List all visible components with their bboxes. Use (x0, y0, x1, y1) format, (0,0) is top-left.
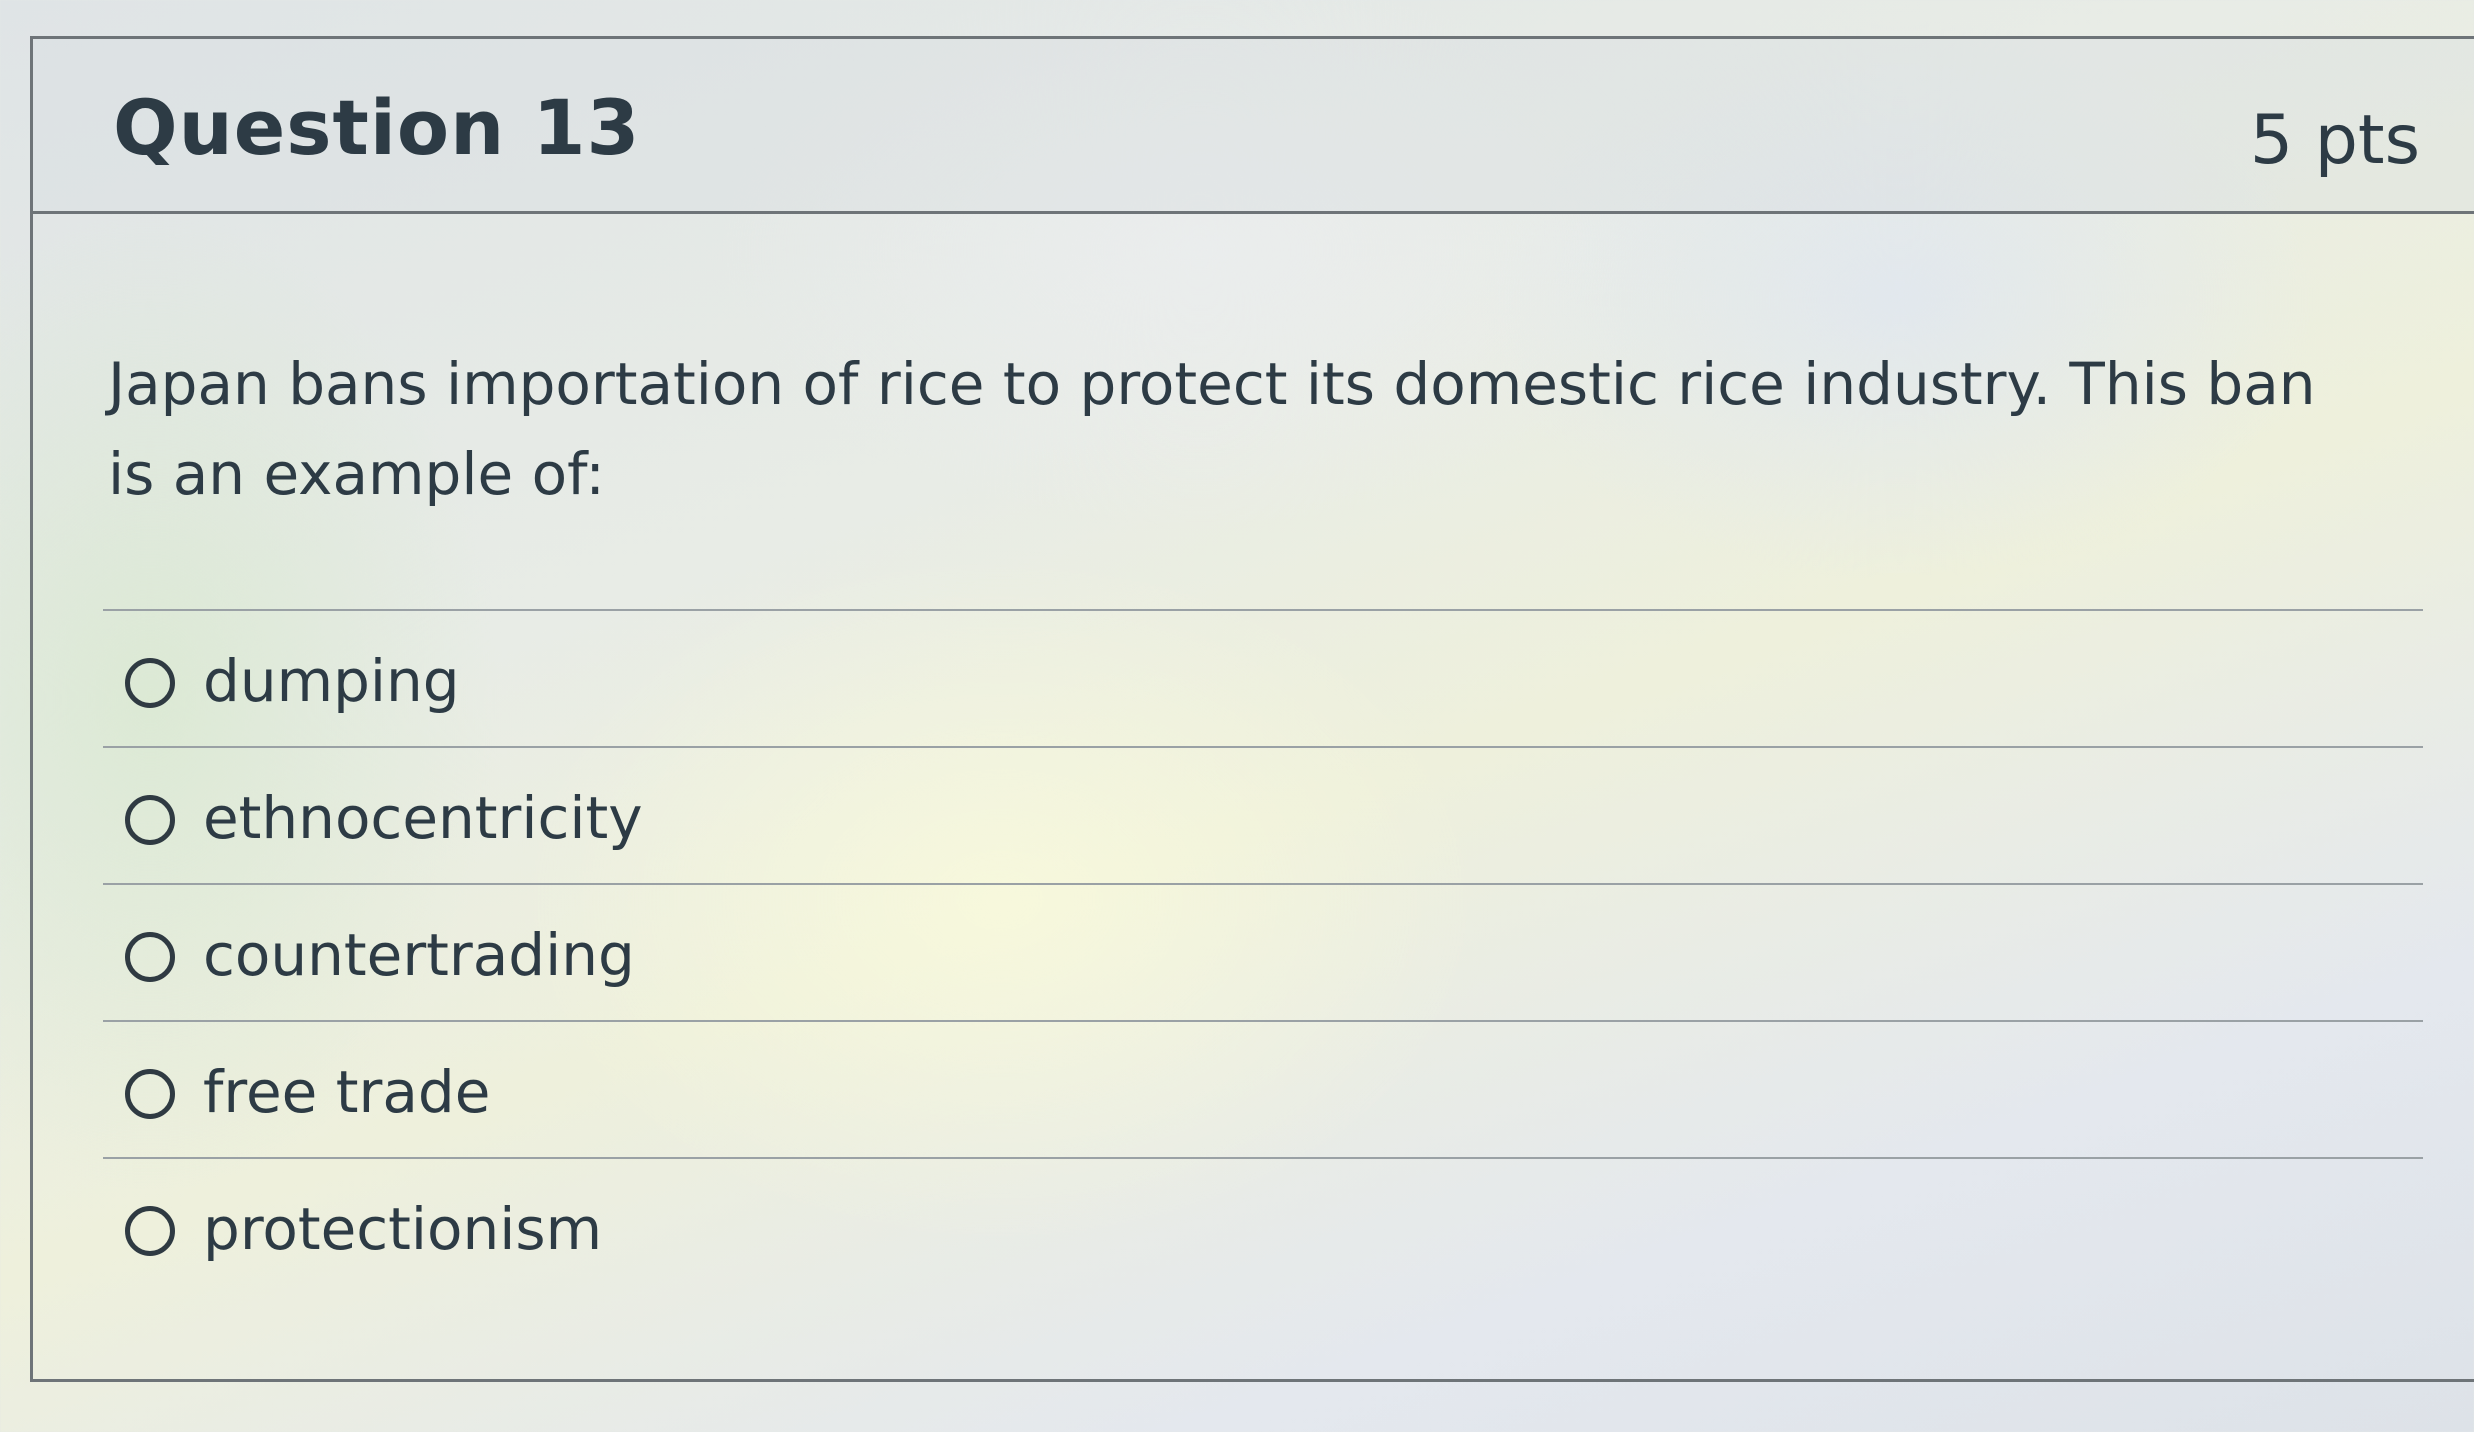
question-title: Question 13 (113, 83, 641, 172)
answer-option-dumping[interactable]: dumping (103, 609, 2423, 746)
answer-label[interactable]: protectionism (203, 1195, 602, 1263)
radio-button-icon[interactable] (125, 1069, 175, 1119)
radio-button-icon[interactable] (125, 1206, 175, 1256)
radio-button-icon[interactable] (125, 932, 175, 982)
answer-option-free-trade[interactable]: free trade (103, 1020, 2423, 1157)
question-points: 5 pts (2249, 101, 2420, 180)
quiz-question-panel: Question 13 5 pts Japan bans importation… (30, 36, 2474, 1382)
answer-label[interactable]: ethnocentricity (203, 784, 643, 852)
answer-option-ethnocentricity[interactable]: ethnocentricity (103, 746, 2423, 883)
radio-button-icon[interactable] (125, 658, 175, 708)
question-header: Question 13 5 pts (33, 39, 2474, 214)
answer-option-countertrading[interactable]: countertrading (103, 883, 2423, 1020)
answer-option-protectionism[interactable]: protectionism (103, 1157, 2423, 1294)
answer-list: dumping ethnocentricity countertrading f… (103, 609, 2423, 1294)
answer-label[interactable]: free trade (203, 1058, 490, 1126)
radio-button-icon[interactable] (125, 795, 175, 845)
question-text: Japan bans importation of rice to protec… (108, 350, 2316, 508)
answer-label[interactable]: countertrading (203, 921, 635, 989)
answer-label[interactable]: dumping (203, 647, 460, 715)
